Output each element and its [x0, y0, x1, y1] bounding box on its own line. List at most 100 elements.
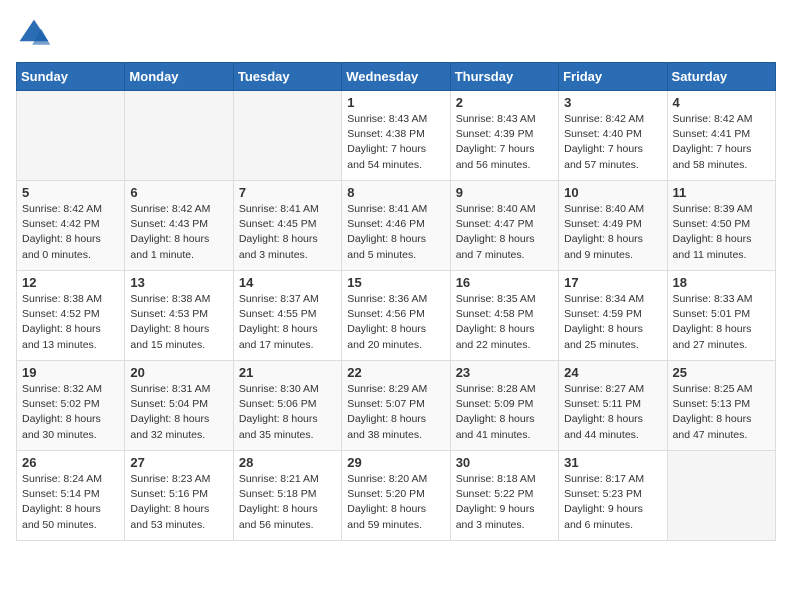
calendar-day-cell	[17, 91, 125, 181]
calendar-day-header: Monday	[125, 63, 233, 91]
calendar-day-cell: 3 Sunrise: 8:42 AM Sunset: 4:40 PM Daylig…	[559, 91, 667, 181]
day-number: 28	[239, 455, 336, 470]
day-number: 2	[456, 95, 553, 110]
day-number: 27	[130, 455, 227, 470]
day-info: Sunrise: 8:31 AM Sunset: 5:04 PM Dayligh…	[130, 382, 227, 443]
day-number: 18	[673, 275, 770, 290]
calendar-day-cell: 27 Sunrise: 8:23 AM Sunset: 5:16 PM Dayli…	[125, 451, 233, 541]
calendar-table: SundayMondayTuesdayWednesdayThursdayFrid…	[16, 62, 776, 541]
calendar-day-cell: 28 Sunrise: 8:21 AM Sunset: 5:18 PM Dayli…	[233, 451, 341, 541]
calendar-day-cell: 14 Sunrise: 8:37 AM Sunset: 4:55 PM Dayli…	[233, 271, 341, 361]
day-info: Sunrise: 8:43 AM Sunset: 4:38 PM Dayligh…	[347, 112, 444, 173]
logo	[16, 16, 56, 52]
day-info: Sunrise: 8:42 AM Sunset: 4:42 PM Dayligh…	[22, 202, 119, 263]
day-number: 6	[130, 185, 227, 200]
calendar-day-cell: 20 Sunrise: 8:31 AM Sunset: 5:04 PM Dayli…	[125, 361, 233, 451]
day-info: Sunrise: 8:25 AM Sunset: 5:13 PM Dayligh…	[673, 382, 770, 443]
day-info: Sunrise: 8:37 AM Sunset: 4:55 PM Dayligh…	[239, 292, 336, 353]
day-info: Sunrise: 8:38 AM Sunset: 4:53 PM Dayligh…	[130, 292, 227, 353]
day-info: Sunrise: 8:23 AM Sunset: 5:16 PM Dayligh…	[130, 472, 227, 533]
day-info: Sunrise: 8:35 AM Sunset: 4:58 PM Dayligh…	[456, 292, 553, 353]
day-number: 5	[22, 185, 119, 200]
day-number: 20	[130, 365, 227, 380]
day-info: Sunrise: 8:41 AM Sunset: 4:45 PM Dayligh…	[239, 202, 336, 263]
calendar-day-cell: 24 Sunrise: 8:27 AM Sunset: 5:11 PM Dayli…	[559, 361, 667, 451]
day-info: Sunrise: 8:33 AM Sunset: 5:01 PM Dayligh…	[673, 292, 770, 353]
day-info: Sunrise: 8:42 AM Sunset: 4:41 PM Dayligh…	[673, 112, 770, 173]
calendar-day-cell	[233, 91, 341, 181]
day-info: Sunrise: 8:41 AM Sunset: 4:46 PM Dayligh…	[347, 202, 444, 263]
calendar-day-header: Thursday	[450, 63, 558, 91]
day-number: 13	[130, 275, 227, 290]
calendar-day-cell: 15Sunrise: 8:36 AM Sunset: 4:56 PM Dayli…	[342, 271, 450, 361]
calendar-day-cell: 6Sunrise: 8:42 AM Sunset: 4:43 PM Daylig…	[125, 181, 233, 271]
day-number: 1	[347, 95, 444, 110]
day-info: Sunrise: 8:20 AM Sunset: 5:20 PM Dayligh…	[347, 472, 444, 533]
day-number: 25	[673, 365, 770, 380]
day-number: 14	[239, 275, 336, 290]
day-info: Sunrise: 8:40 AM Sunset: 4:49 PM Dayligh…	[564, 202, 661, 263]
day-info: Sunrise: 8:28 AM Sunset: 5:09 PM Dayligh…	[456, 382, 553, 443]
calendar-day-cell: 5 Sunrise: 8:42 AM Sunset: 4:42 PM Daylig…	[17, 181, 125, 271]
day-info: Sunrise: 8:17 AM Sunset: 5:23 PM Dayligh…	[564, 472, 661, 533]
calendar-day-cell: 29 Sunrise: 8:20 AM Sunset: 5:20 PM Dayli…	[342, 451, 450, 541]
calendar-day-cell: 2Sunrise: 8:43 AM Sunset: 4:39 PM Daylig…	[450, 91, 558, 181]
day-number: 26	[22, 455, 119, 470]
day-number: 21	[239, 365, 336, 380]
calendar-week-row: 5 Sunrise: 8:42 AM Sunset: 4:42 PM Daylig…	[17, 181, 776, 271]
calendar-day-cell: 19 Sunrise: 8:32 AM Sunset: 5:02 PM Dayli…	[17, 361, 125, 451]
calendar-day-cell	[125, 91, 233, 181]
calendar-day-cell: 26Sunrise: 8:24 AM Sunset: 5:14 PM Dayli…	[17, 451, 125, 541]
calendar-day-cell: 17 Sunrise: 8:34 AM Sunset: 4:59 PM Dayli…	[559, 271, 667, 361]
calendar-day-cell: 12 Sunrise: 8:38 AM Sunset: 4:52 PM Dayli…	[17, 271, 125, 361]
day-info: Sunrise: 8:38 AM Sunset: 4:52 PM Dayligh…	[22, 292, 119, 353]
day-info: Sunrise: 8:36 AM Sunset: 4:56 PM Dayligh…	[347, 292, 444, 353]
day-info: Sunrise: 8:27 AM Sunset: 5:11 PM Dayligh…	[564, 382, 661, 443]
calendar-day-cell: 21 Sunrise: 8:30 AM Sunset: 5:06 PM Dayli…	[233, 361, 341, 451]
calendar-header-row: SundayMondayTuesdayWednesdayThursdayFrid…	[17, 63, 776, 91]
day-number: 31	[564, 455, 661, 470]
day-number: 23	[456, 365, 553, 380]
day-number: 30	[456, 455, 553, 470]
calendar-day-cell: 22Sunrise: 8:29 AM Sunset: 5:07 PM Dayli…	[342, 361, 450, 451]
day-info: Sunrise: 8:39 AM Sunset: 4:50 PM Dayligh…	[673, 202, 770, 263]
calendar-day-cell: 10 Sunrise: 8:40 AM Sunset: 4:49 PM Dayli…	[559, 181, 667, 271]
day-info: Sunrise: 8:18 AM Sunset: 5:22 PM Dayligh…	[456, 472, 553, 533]
day-info: Sunrise: 8:34 AM Sunset: 4:59 PM Dayligh…	[564, 292, 661, 353]
calendar-day-cell: 4 Sunrise: 8:42 AM Sunset: 4:41 PM Daylig…	[667, 91, 775, 181]
day-number: 16	[456, 275, 553, 290]
day-number: 12	[22, 275, 119, 290]
day-info: Sunrise: 8:40 AM Sunset: 4:47 PM Dayligh…	[456, 202, 553, 263]
day-number: 11	[673, 185, 770, 200]
day-number: 19	[22, 365, 119, 380]
calendar-day-cell	[667, 451, 775, 541]
day-info: Sunrise: 8:32 AM Sunset: 5:02 PM Dayligh…	[22, 382, 119, 443]
calendar-day-cell: 13 Sunrise: 8:38 AM Sunset: 4:53 PM Dayli…	[125, 271, 233, 361]
logo-icon	[16, 16, 52, 52]
day-info: Sunrise: 8:29 AM Sunset: 5:07 PM Dayligh…	[347, 382, 444, 443]
calendar-day-header: Wednesday	[342, 63, 450, 91]
day-number: 7	[239, 185, 336, 200]
calendar-day-cell: 11 Sunrise: 8:39 AM Sunset: 4:50 PM Dayli…	[667, 181, 775, 271]
day-info: Sunrise: 8:21 AM Sunset: 5:18 PM Dayligh…	[239, 472, 336, 533]
calendar-day-header: Tuesday	[233, 63, 341, 91]
calendar-week-row: 19 Sunrise: 8:32 AM Sunset: 5:02 PM Dayli…	[17, 361, 776, 451]
day-number: 29	[347, 455, 444, 470]
day-number: 3	[564, 95, 661, 110]
day-number: 17	[564, 275, 661, 290]
calendar-day-cell: 31 Sunrise: 8:17 AM Sunset: 5:23 PM Dayli…	[559, 451, 667, 541]
calendar-day-cell: 7 Sunrise: 8:41 AM Sunset: 4:45 PM Daylig…	[233, 181, 341, 271]
calendar-week-row: 12 Sunrise: 8:38 AM Sunset: 4:52 PM Dayli…	[17, 271, 776, 361]
day-info: Sunrise: 8:42 AM Sunset: 4:40 PM Dayligh…	[564, 112, 661, 173]
day-number: 8	[347, 185, 444, 200]
day-number: 24	[564, 365, 661, 380]
calendar-week-row: 26Sunrise: 8:24 AM Sunset: 5:14 PM Dayli…	[17, 451, 776, 541]
calendar-day-header: Sunday	[17, 63, 125, 91]
calendar-day-cell: 23 Sunrise: 8:28 AM Sunset: 5:09 PM Dayli…	[450, 361, 558, 451]
calendar-day-header: Friday	[559, 63, 667, 91]
calendar-day-cell: 1 Sunrise: 8:43 AM Sunset: 4:38 PM Daylig…	[342, 91, 450, 181]
day-number: 4	[673, 95, 770, 110]
day-number: 9	[456, 185, 553, 200]
day-info: Sunrise: 8:30 AM Sunset: 5:06 PM Dayligh…	[239, 382, 336, 443]
day-number: 10	[564, 185, 661, 200]
